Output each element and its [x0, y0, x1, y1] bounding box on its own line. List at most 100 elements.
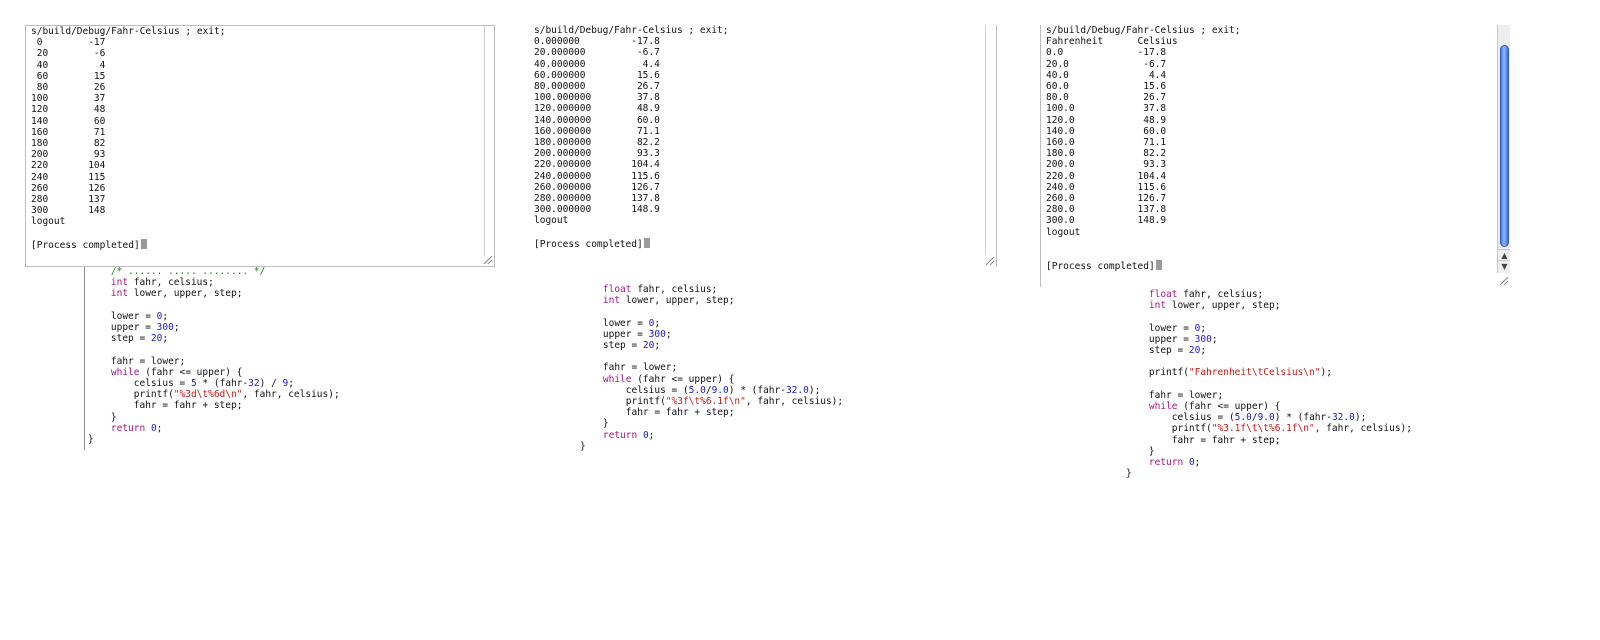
terminal-output-row: 280.000000 137.8 — [534, 193, 660, 205]
code-line: /* ...... ..... ........ */ — [88, 266, 265, 277]
terminal-output-row: 100.000000 37.8 — [534, 92, 660, 104]
code-token-num: 32.0 — [785, 384, 809, 396]
terminal-output-row: 280 137 — [31, 194, 106, 206]
code-token: lower, upper, step; — [128, 288, 243, 300]
terminal-3-scroll-thumb[interactable] — [1500, 45, 1509, 247]
terminal-output-row: 180.000000 82.2 — [534, 137, 660, 149]
code-line: celsius = (5.0/9.0) * (fahr-32.0); — [580, 384, 821, 396]
code-token-str: "%3d\t%6d\n" — [173, 389, 243, 401]
terminal-3-scrollbar[interactable]: ▲ ▼ — [1497, 25, 1510, 273]
code-token: ; — [162, 333, 169, 345]
terminal-output-row: 240.0 115.6 — [1046, 181, 1167, 193]
code-token: printf( — [88, 389, 174, 401]
code-line: } — [580, 418, 609, 429]
code-token: } — [1126, 468, 1132, 480]
code-token: * (fahr- — [196, 378, 249, 390]
code-token: fahr = fahr + step; — [88, 400, 243, 412]
terminal-output-row: 40.0 4.4 — [1046, 69, 1167, 81]
code-token: step = — [580, 340, 643, 352]
terminal-2-scroll-edge — [985, 25, 986, 255]
code-line: upper = 300; — [88, 322, 180, 333]
terminal-1-completed: [Process completed] — [31, 239, 140, 251]
terminal-1-rows: 0 -17 20 -6 40 4 60 15 80 26 100 37 120 … — [31, 37, 105, 216]
code-line: float fahr, celsius; — [1126, 289, 1263, 300]
code-token-num: 300 — [156, 322, 174, 334]
terminal-2-completed: [Process completed] — [534, 238, 643, 250]
terminal-output-row: 100 37 — [31, 93, 106, 105]
terminal-output-row: 140 60 — [31, 115, 106, 127]
code-token: upper = — [88, 322, 157, 334]
terminal-output-row: 60.000000 15.6 — [534, 69, 660, 81]
code-snippet-1: /* ...... ..... ........ */ int fahr, ce… — [88, 266, 418, 446]
code-token-num: 5.0 — [1234, 412, 1252, 424]
terminal-3-logout: logout — [1046, 226, 1081, 238]
code-line: step = 20; — [1126, 345, 1206, 356]
code-token: ; — [1200, 345, 1207, 357]
scroll-down-arrow-icon[interactable]: ▼ — [1498, 260, 1510, 272]
terminal-output-row: 300.000000 148.9 — [534, 204, 660, 216]
code-line: int lower, upper, step; — [88, 288, 243, 300]
resize-grip-icon[interactable] — [983, 254, 995, 266]
terminal-2-header: s/build/Debug/Fahr-Celsius ; exit; — [534, 25, 729, 36]
terminal-3-cursor — [1155, 260, 1162, 271]
code-token: (fahr <= upper) { — [139, 366, 243, 378]
code-token: , fahr, celsius); — [745, 396, 844, 408]
code-line: step = 20; — [88, 333, 168, 344]
terminal-output-row: 220.0 104.4 — [1046, 170, 1167, 182]
terminal-output-row: 200.0 93.3 — [1046, 159, 1167, 171]
terminal-2-output: s/build/Debug/Fahr-Celsius ; exit; 0.000… — [534, 25, 728, 250]
code-token: printf( — [1126, 367, 1189, 379]
resize-grip-icon[interactable] — [481, 253, 493, 265]
code-snippet-3-text: float fahr, celsius; int lower, upper, s… — [1126, 289, 1412, 479]
code-token-kw: float — [1126, 289, 1178, 300]
code-line: } — [88, 412, 117, 423]
terminal-output-row: 20.0 -6.7 — [1046, 58, 1167, 70]
code-token-num: 20 — [150, 333, 163, 345]
code-token: ; — [648, 429, 655, 441]
terminal-output-row: 240 115 — [31, 171, 106, 183]
terminal-output-row: 160 71 — [31, 126, 106, 138]
code-line: upper = 300; — [580, 329, 672, 340]
code-token: fahr = fahr + step; — [1126, 434, 1281, 446]
code-line: printf("Fahrenheit\tCelsius\n"); — [1126, 367, 1332, 378]
resize-grip-icon[interactable] — [1497, 274, 1509, 286]
code-token: ; — [173, 322, 180, 334]
code-token: ); — [1354, 412, 1367, 424]
code-token: fahr, celsius; — [1177, 289, 1264, 300]
terminal-3-header: s/build/Debug/Fahr-Celsius ; exit; — [1046, 25, 1241, 36]
code-token: celsius = — [88, 378, 191, 390]
code-token: upper = — [1126, 333, 1195, 345]
code-token: step = — [1126, 345, 1189, 357]
terminal-window-2[interactable]: s/build/Debug/Fahr-Celsius ; exit; 0.000… — [529, 25, 997, 267]
terminal-2-cursor — [643, 237, 650, 248]
code-line: printf("%3.1f\t\t%6.1f\n", fahr, celsius… — [1126, 423, 1412, 434]
terminal-output-row: 260 126 — [31, 182, 106, 194]
code-token: printf( — [580, 396, 666, 408]
terminal-output-row: 60.0 15.6 — [1046, 81, 1167, 93]
code-line: int fahr, celsius; — [88, 277, 214, 288]
terminal-window-1[interactable]: s/build/Debug/Fahr-Celsius ; exit; 0 -17… — [25, 25, 495, 267]
terminal-output-row: 80.000000 26.7 — [534, 81, 660, 93]
code-token: lower = — [580, 317, 649, 329]
code-token-num: 300 — [648, 328, 666, 340]
code-token-kw: return — [88, 422, 146, 434]
code-token: lower, upper, step; — [1166, 300, 1281, 312]
terminal-output-row: 260.0 126.7 — [1046, 193, 1167, 205]
terminal-output-row: 40 4 — [31, 59, 106, 71]
code-token: fahr = fahr + step; — [580, 407, 735, 419]
code-token: ); — [808, 384, 821, 396]
terminal-3-output: s/build/Debug/Fahr-Celsius ; exit; Fahre… — [1046, 25, 1240, 272]
code-token: } — [88, 411, 117, 423]
terminal-3-rows: 0.0 -17.8 20.0 -6.7 40.0 4.4 60.0 15.6 8… — [1046, 47, 1166, 226]
code-line: lower = 0; — [1126, 323, 1206, 334]
code-token-kw: int — [88, 288, 129, 300]
terminal-output-row: 180 82 — [31, 138, 106, 150]
terminal-output-row: 160.000000 71.1 — [534, 125, 660, 137]
code-token-kw: int — [88, 277, 129, 289]
code-token-kw: while — [580, 373, 632, 385]
code-line: printf("%3d\t%6d\n", fahr, celsius); — [88, 389, 340, 400]
code-line: lower = 0; — [580, 318, 660, 329]
code-token-num: 9.0 — [711, 384, 729, 396]
code-snippet-1-text: /* ...... ..... ........ */ int fahr, ce… — [88, 266, 340, 445]
terminal-window-3[interactable]: s/build/Debug/Fahr-Celsius ; exit; Fahre… — [1040, 25, 1510, 287]
